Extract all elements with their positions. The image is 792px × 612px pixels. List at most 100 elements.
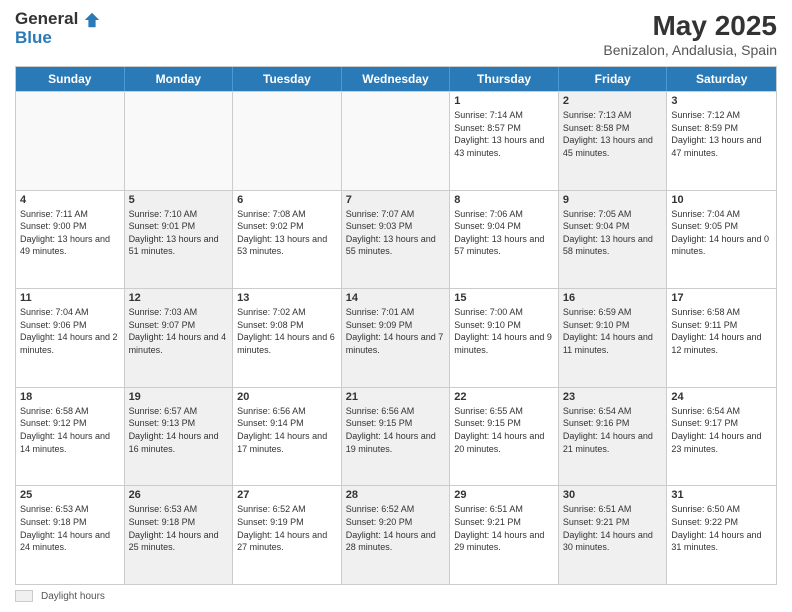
title-location: Benizalon, Andalusia, Spain xyxy=(603,42,777,58)
cell-detail: Sunrise: 7:04 AMSunset: 9:05 PMDaylight:… xyxy=(671,208,772,258)
calendar-week-1: 1 Sunrise: 7:14 AMSunset: 8:57 PMDayligh… xyxy=(16,91,776,190)
day-number: 27 xyxy=(237,489,337,501)
cell-detail: Sunrise: 6:56 AMSunset: 9:14 PMDaylight:… xyxy=(237,405,337,455)
footer-label: Daylight hours xyxy=(41,591,105,602)
day-number: 1 xyxy=(454,95,554,107)
calendar-cell: 5 Sunrise: 7:10 AMSunset: 9:01 PMDayligh… xyxy=(125,191,234,289)
calendar-cell: 25 Sunrise: 6:53 AMSunset: 9:18 PMDaylig… xyxy=(16,486,125,584)
calendar-cell: 8 Sunrise: 7:06 AMSunset: 9:04 PMDayligh… xyxy=(450,191,559,289)
cell-detail: Sunrise: 6:57 AMSunset: 9:13 PMDaylight:… xyxy=(129,405,229,455)
logo-icon xyxy=(83,11,101,29)
day-number: 13 xyxy=(237,292,337,304)
day-number: 31 xyxy=(671,489,772,501)
day-number: 16 xyxy=(563,292,663,304)
calendar-week-2: 4 Sunrise: 7:11 AMSunset: 9:00 PMDayligh… xyxy=(16,190,776,289)
cell-detail: Sunrise: 6:58 AMSunset: 9:12 PMDaylight:… xyxy=(20,405,120,455)
day-number: 25 xyxy=(20,489,120,501)
day-number: 29 xyxy=(454,489,554,501)
day-number: 7 xyxy=(346,194,446,206)
cell-detail: Sunrise: 7:00 AMSunset: 9:10 PMDaylight:… xyxy=(454,306,554,356)
cell-detail: Sunrise: 6:52 AMSunset: 9:20 PMDaylight:… xyxy=(346,503,446,553)
cell-detail: Sunrise: 7:14 AMSunset: 8:57 PMDaylight:… xyxy=(454,109,554,159)
cell-detail: Sunrise: 7:06 AMSunset: 9:04 PMDaylight:… xyxy=(454,208,554,258)
day-number: 26 xyxy=(129,489,229,501)
calendar-cell: 7 Sunrise: 7:07 AMSunset: 9:03 PMDayligh… xyxy=(342,191,451,289)
cell-detail: Sunrise: 6:51 AMSunset: 9:21 PMDaylight:… xyxy=(454,503,554,553)
day-number: 28 xyxy=(346,489,446,501)
day-number: 22 xyxy=(454,391,554,403)
cell-detail: Sunrise: 7:12 AMSunset: 8:59 PMDaylight:… xyxy=(671,109,772,159)
calendar-cell: 28 Sunrise: 6:52 AMSunset: 9:20 PMDaylig… xyxy=(342,486,451,584)
header: General Blue May 2025 Benizalon, Andalus… xyxy=(15,10,777,58)
calendar-cell: 31 Sunrise: 6:50 AMSunset: 9:22 PMDaylig… xyxy=(667,486,776,584)
calendar-week-5: 25 Sunrise: 6:53 AMSunset: 9:18 PMDaylig… xyxy=(16,485,776,584)
header-monday: Monday xyxy=(125,67,234,91)
calendar-cell: 6 Sunrise: 7:08 AMSunset: 9:02 PMDayligh… xyxy=(233,191,342,289)
cell-detail: Sunrise: 7:05 AMSunset: 9:04 PMDaylight:… xyxy=(563,208,663,258)
calendar-cell: 1 Sunrise: 7:14 AMSunset: 8:57 PMDayligh… xyxy=(450,92,559,190)
day-number: 12 xyxy=(129,292,229,304)
calendar-header: Sunday Monday Tuesday Wednesday Thursday… xyxy=(16,67,776,91)
calendar-cell: 11 Sunrise: 7:04 AMSunset: 9:06 PMDaylig… xyxy=(16,289,125,387)
cell-detail: Sunrise: 6:56 AMSunset: 9:15 PMDaylight:… xyxy=(346,405,446,455)
daylight-swatch xyxy=(15,590,33,602)
footer: Daylight hours xyxy=(15,590,777,602)
day-number: 4 xyxy=(20,194,120,206)
cell-detail: Sunrise: 7:03 AMSunset: 9:07 PMDaylight:… xyxy=(129,306,229,356)
cell-detail: Sunrise: 7:08 AMSunset: 9:02 PMDaylight:… xyxy=(237,208,337,258)
calendar-cell: 2 Sunrise: 7:13 AMSunset: 8:58 PMDayligh… xyxy=(559,92,668,190)
calendar-cell: 26 Sunrise: 6:53 AMSunset: 9:18 PMDaylig… xyxy=(125,486,234,584)
day-number: 8 xyxy=(454,194,554,206)
header-thursday: Thursday xyxy=(450,67,559,91)
cell-detail: Sunrise: 7:07 AMSunset: 9:03 PMDaylight:… xyxy=(346,208,446,258)
calendar-cell: 14 Sunrise: 7:01 AMSunset: 9:09 PMDaylig… xyxy=(342,289,451,387)
calendar-cell: 27 Sunrise: 6:52 AMSunset: 9:19 PMDaylig… xyxy=(233,486,342,584)
day-number: 20 xyxy=(237,391,337,403)
page: General Blue May 2025 Benizalon, Andalus… xyxy=(0,0,792,612)
day-number: 23 xyxy=(563,391,663,403)
calendar-cell: 20 Sunrise: 6:56 AMSunset: 9:14 PMDaylig… xyxy=(233,388,342,486)
calendar-cell: 23 Sunrise: 6:54 AMSunset: 9:16 PMDaylig… xyxy=(559,388,668,486)
cell-detail: Sunrise: 6:53 AMSunset: 9:18 PMDaylight:… xyxy=(20,503,120,553)
logo-blue: Blue xyxy=(15,29,101,48)
calendar-cell xyxy=(233,92,342,190)
cell-detail: Sunrise: 6:52 AMSunset: 9:19 PMDaylight:… xyxy=(237,503,337,553)
cell-detail: Sunrise: 6:54 AMSunset: 9:17 PMDaylight:… xyxy=(671,405,772,455)
calendar-cell: 10 Sunrise: 7:04 AMSunset: 9:05 PMDaylig… xyxy=(667,191,776,289)
day-number: 5 xyxy=(129,194,229,206)
header-tuesday: Tuesday xyxy=(233,67,342,91)
header-saturday: Saturday xyxy=(667,67,776,91)
calendar-cell: 21 Sunrise: 6:56 AMSunset: 9:15 PMDaylig… xyxy=(342,388,451,486)
day-number: 15 xyxy=(454,292,554,304)
cell-detail: Sunrise: 7:10 AMSunset: 9:01 PMDaylight:… xyxy=(129,208,229,258)
day-number: 14 xyxy=(346,292,446,304)
cell-detail: Sunrise: 7:13 AMSunset: 8:58 PMDaylight:… xyxy=(563,109,663,159)
cell-detail: Sunrise: 7:04 AMSunset: 9:06 PMDaylight:… xyxy=(20,306,120,356)
calendar-cell: 3 Sunrise: 7:12 AMSunset: 8:59 PMDayligh… xyxy=(667,92,776,190)
day-number: 9 xyxy=(563,194,663,206)
cell-detail: Sunrise: 6:54 AMSunset: 9:16 PMDaylight:… xyxy=(563,405,663,455)
day-number: 17 xyxy=(671,292,772,304)
cell-detail: Sunrise: 6:53 AMSunset: 9:18 PMDaylight:… xyxy=(129,503,229,553)
calendar-cell: 19 Sunrise: 6:57 AMSunset: 9:13 PMDaylig… xyxy=(125,388,234,486)
day-number: 21 xyxy=(346,391,446,403)
day-number: 3 xyxy=(671,95,772,107)
title-block: May 2025 Benizalon, Andalusia, Spain xyxy=(603,10,777,58)
day-number: 11 xyxy=(20,292,120,304)
cell-detail: Sunrise: 7:11 AMSunset: 9:00 PMDaylight:… xyxy=(20,208,120,258)
calendar-cell xyxy=(125,92,234,190)
cell-detail: Sunrise: 7:02 AMSunset: 9:08 PMDaylight:… xyxy=(237,306,337,356)
calendar-body: 1 Sunrise: 7:14 AMSunset: 8:57 PMDayligh… xyxy=(16,91,776,584)
day-number: 10 xyxy=(671,194,772,206)
cell-detail: Sunrise: 6:50 AMSunset: 9:22 PMDaylight:… xyxy=(671,503,772,553)
header-friday: Friday xyxy=(559,67,668,91)
calendar-week-3: 11 Sunrise: 7:04 AMSunset: 9:06 PMDaylig… xyxy=(16,288,776,387)
calendar-cell: 9 Sunrise: 7:05 AMSunset: 9:04 PMDayligh… xyxy=(559,191,668,289)
day-number: 19 xyxy=(129,391,229,403)
header-wednesday: Wednesday xyxy=(342,67,451,91)
calendar-cell: 18 Sunrise: 6:58 AMSunset: 9:12 PMDaylig… xyxy=(16,388,125,486)
logo-general: General xyxy=(15,10,101,29)
logo: General Blue xyxy=(15,10,101,47)
day-number: 2 xyxy=(563,95,663,107)
day-number: 6 xyxy=(237,194,337,206)
